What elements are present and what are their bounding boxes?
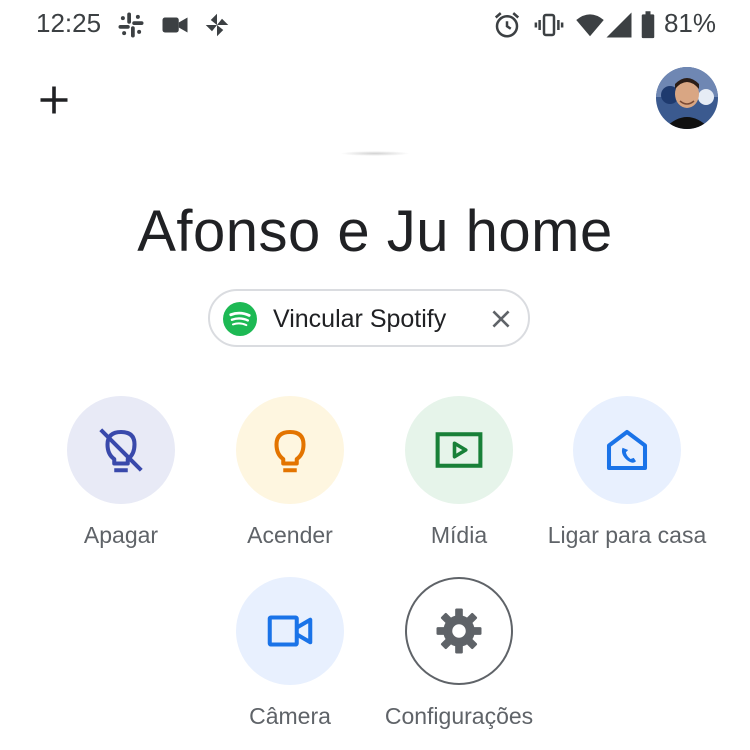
action-label: Configurações	[384, 703, 534, 729]
action-camera[interactable]: Câmera	[195, 577, 385, 730]
page-title: Afonso e Ju home	[137, 199, 613, 264]
action-label: Acender	[247, 522, 333, 548]
wifi-icon	[576, 14, 604, 37]
signal-icon	[606, 12, 632, 38]
alarm-icon	[494, 12, 520, 38]
lightbulb-off-icon	[99, 428, 143, 473]
pinwheel-app-icon	[205, 13, 229, 37]
gear-icon	[436, 608, 482, 654]
camera-icon	[267, 615, 313, 647]
video-call-icon	[162, 17, 188, 33]
vibrate-icon	[534, 13, 564, 37]
lightbulb-icon	[274, 429, 306, 473]
link-spotify-chip[interactable]: Vincular Spotify	[208, 289, 530, 347]
action-label: Câmera	[249, 703, 331, 729]
battery-percentage: 81%	[663, 8, 716, 38]
action-apagar-circle	[67, 396, 175, 504]
battery-icon	[641, 11, 655, 39]
action-midia-circle	[405, 396, 513, 504]
action-label: Apagar	[83, 522, 159, 548]
action-apagar[interactable]: Apagar	[26, 396, 216, 549]
status-bar: 12:25 81%	[0, 0, 750, 48]
slack-icon	[118, 12, 144, 38]
action-label: Mídia	[430, 522, 488, 548]
pull-indicator	[340, 151, 410, 156]
home-call-icon	[606, 429, 648, 471]
plus-icon[interactable]	[36, 82, 72, 118]
action-config-circle	[405, 577, 513, 685]
action-label: Ligar para casa	[547, 522, 707, 548]
avatar[interactable]	[656, 67, 718, 129]
action-ligar-para-casa[interactable]: Ligar para casa	[532, 396, 722, 549]
action-midia[interactable]: Mídia	[364, 396, 554, 549]
action-camera-circle	[236, 577, 344, 685]
action-configuracoes[interactable]: Configurações	[364, 577, 554, 730]
close-icon[interactable]	[488, 306, 514, 332]
status-time: 12:25	[36, 8, 102, 38]
action-acender-circle	[236, 396, 344, 504]
spotify-icon	[223, 302, 257, 336]
action-acender[interactable]: Acender	[195, 396, 385, 549]
action-ligar-circle	[573, 396, 681, 504]
chip-label: Vincular Spotify	[273, 305, 447, 333]
play-media-icon	[435, 432, 483, 468]
